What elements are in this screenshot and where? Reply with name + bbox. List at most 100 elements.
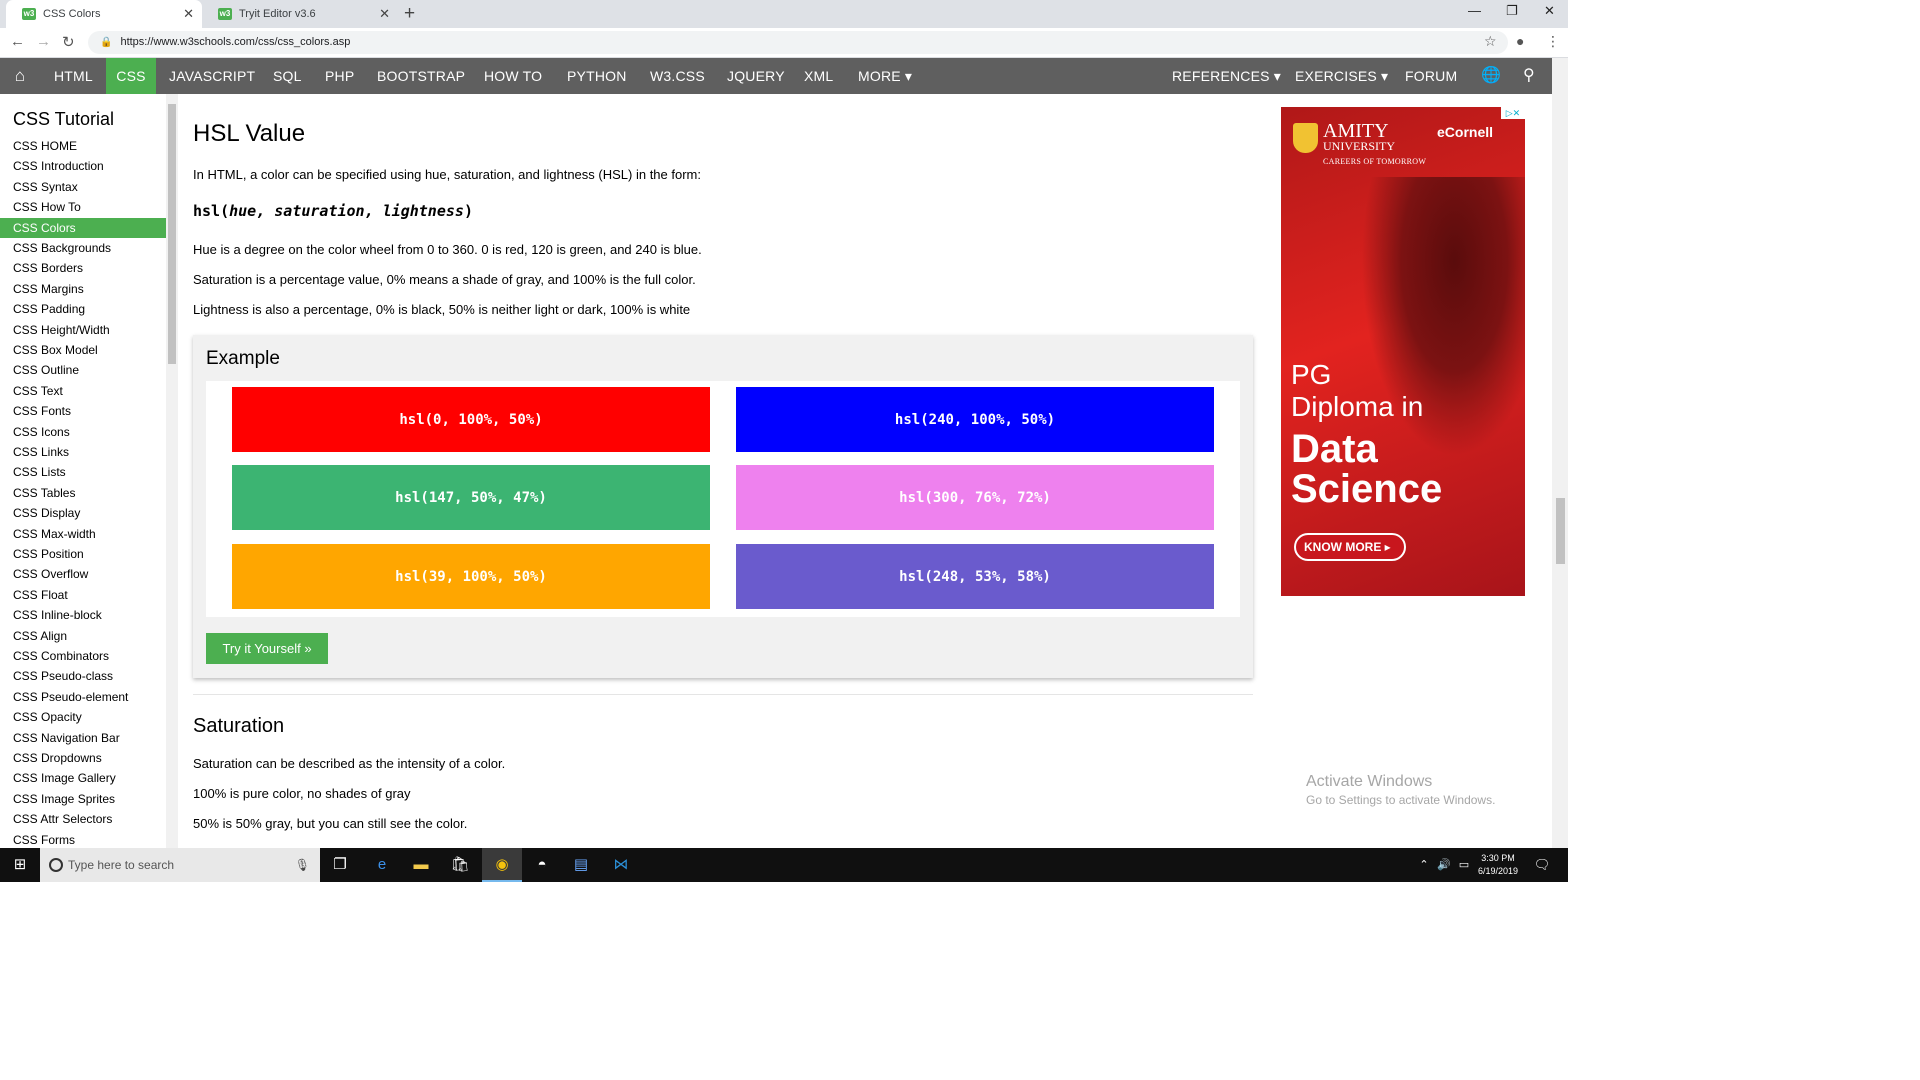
nav-bootstrap[interactable]: BOOTSTRAP [377,58,465,94]
sidebar-item-css-combinators[interactable]: CSS Combinators [0,646,166,666]
swatch-label: hsl(248, 53%, 58%) [899,568,1051,585]
store-icon[interactable]: 🛍 [450,855,470,875]
nav-exercises-dropdown[interactable]: EXERCISES ▾ [1295,58,1388,94]
vscode-icon[interactable]: ⋈ [611,855,631,875]
lock-icon: 🔒 [100,37,113,48]
clock-time: 3:30 PM [1481,853,1515,863]
sidebar-item-css-fonts[interactable]: CSS Fonts [0,401,166,421]
notepad-icon[interactable]: ▤ [571,855,591,875]
sidebar-item-css-pseudo-class[interactable]: CSS Pseudo-class [0,666,166,686]
close-window-icon[interactable]: ✕ [1544,3,1555,19]
nav-python[interactable]: PYTHON [567,58,627,94]
bookmark-star-icon[interactable]: ☆ [1484,33,1497,50]
sidebar-item-css-borders[interactable]: CSS Borders [0,258,166,278]
adchoices-icon[interactable]: ▷✕ [1501,107,1525,119]
sidebar-item-css-opacity[interactable]: CSS Opacity [0,707,166,727]
sidebar-item-css-backgrounds[interactable]: CSS Backgrounds [0,238,166,258]
sidebar-item-css-introduction[interactable]: CSS Introduction [0,156,166,176]
sidebar-item-css-lists[interactable]: CSS Lists [0,462,166,482]
nav-xml[interactable]: XML [804,58,833,94]
profile-icon[interactable]: ● [1516,33,1524,49]
microphone-icon[interactable]: 🎙 [295,848,310,882]
cortana-icon [49,858,63,872]
advertisement-banner[interactable]: ▷✕ AMITY UNIVERSITY CAREERS OF TOMORROW … [1281,107,1525,596]
sidebar-item-css-float[interactable]: CSS Float [0,585,166,605]
nav-javascript[interactable]: JAVASCRIPT [169,58,255,94]
sidebar-item-css-colors[interactable]: CSS Colors [0,217,166,238]
sidebar-item-css-pseudo-element[interactable]: CSS Pseudo-element [0,687,166,707]
sidebar-item-css-home[interactable]: CSS HOME [0,136,166,156]
page-scrollbar[interactable] [1552,58,1568,848]
swatch-hsl-red: hsl(0, 100%, 50%) [232,387,710,452]
nav-forum[interactable]: FORUM [1405,58,1457,94]
task-view-icon[interactable]: ❐ [330,855,350,875]
nav-jquery[interactable]: JQUERY [727,58,785,94]
close-tab-icon[interactable]: ✕ [183,6,194,22]
sidebar-item-css-image-sprites[interactable]: CSS Image Sprites [0,789,166,809]
nav-more-dropdown[interactable]: MORE ▾ [858,58,912,94]
sidebar-item-css-forms[interactable]: CSS Forms [0,830,166,848]
file-explorer-icon[interactable]: ▬ [411,855,431,875]
globe-icon[interactable]: 🌐 [1481,58,1501,94]
sidebar-item-css-align[interactable]: CSS Align [0,626,166,646]
chrome-icon[interactable]: ◉ [492,855,512,875]
sidebar-item-css-tables[interactable]: CSS Tables [0,483,166,503]
nav-php[interactable]: PHP [325,58,354,94]
sidebar-item-css-links[interactable]: CSS Links [0,442,166,462]
sidebar-item-css-margins[interactable]: CSS Margins [0,279,166,299]
sidebar-item-css-overflow[interactable]: CSS Overflow [0,564,166,584]
restore-window-icon[interactable]: ❐ [1506,3,1518,19]
reload-icon[interactable]: ↻ [62,33,75,51]
nav-references-dropdown[interactable]: REFERENCES ▾ [1172,58,1281,94]
app-generic-icon[interactable]: ◓ [532,855,552,875]
sidebar-scrollbar[interactable] [166,94,178,848]
nav-w3css[interactable]: W3.CSS [650,58,705,94]
taskbar-clock[interactable]: 3:30 PM 6/19/2019 [1466,852,1530,878]
sidebar-item-css-box-model[interactable]: CSS Box Model [0,340,166,360]
tray-chevron-icon[interactable]: ⌃ [1414,855,1434,875]
sidebar-item-css-image-gallery[interactable]: CSS Image Gallery [0,768,166,788]
taskbar-search-box[interactable]: Type here to search 🎙 [40,848,320,882]
know-more-button[interactable]: KNOW MORE ▸ [1294,533,1406,561]
notifications-icon[interactable]: 🗨 [1532,855,1552,875]
nav-css[interactable]: CSS [106,58,156,94]
sidebar-item-css-attr-selectors[interactable]: CSS Attr Selectors [0,809,166,829]
sidebar-item-css-navigation-bar[interactable]: CSS Navigation Bar [0,728,166,748]
sidebar-item-css-position[interactable]: CSS Position [0,544,166,564]
sidebar-item-css-outline[interactable]: CSS Outline [0,360,166,380]
minimize-window-icon[interactable]: — [1468,3,1481,18]
sidebar-item-css-max-width[interactable]: CSS Max-width [0,524,166,544]
sidebar-item-css-how-to[interactable]: CSS How To [0,197,166,217]
sidebar-item-css-syntax[interactable]: CSS Syntax [0,177,166,197]
sidebar-item-css-icons[interactable]: CSS Icons [0,422,166,442]
amity-tag: CAREERS OF TOMORROW [1323,157,1427,166]
close-tab-icon[interactable]: ✕ [379,6,390,22]
syntax-fn: hsl( [193,202,230,220]
search-icon[interactable]: ⚲ [1523,58,1535,94]
new-tab-button[interactable]: + [404,3,415,25]
menu-kebab-icon[interactable]: ⋮ [1546,33,1560,50]
browser-tab-css-colors[interactable]: w3 CSS Colors ✕ [6,0,202,28]
url-field[interactable]: 🔒 https://www.w3schools.com/css/css_color… [88,31,1508,54]
windows-start-icon[interactable]: ⊞ [10,855,30,875]
nav-how-to[interactable]: HOW TO [484,58,542,94]
w3schools-favicon-icon: w3 [218,8,232,20]
browser-tab-tryit[interactable]: w3 Tryit Editor v3.6 ✕ [202,0,398,28]
sidebar-item-css-padding[interactable]: CSS Padding [0,299,166,319]
sidebar-item-css-height-width[interactable]: CSS Height/Width [0,320,166,340]
back-arrow-icon[interactable]: ← [10,33,25,50]
sidebar-item-css-display[interactable]: CSS Display [0,503,166,523]
sidebar-item-css-inline-block[interactable]: CSS Inline-block [0,605,166,625]
sidebar-scrollbar-thumb[interactable] [168,104,176,364]
volume-icon[interactable]: 🔊 [1434,855,1454,875]
page-scrollbar-thumb[interactable] [1556,498,1565,564]
site-top-nav: ⌂ HTML CSS JAVASCRIPT SQL PHP BOOTSTRAP … [0,58,1552,94]
try-it-yourself-button[interactable]: Try it Yourself » [206,633,328,664]
edge-browser-icon[interactable]: e [372,855,392,875]
forward-arrow-icon[interactable]: → [36,33,51,50]
sidebar-item-css-dropdowns[interactable]: CSS Dropdowns [0,748,166,768]
home-icon[interactable]: ⌂ [0,58,40,94]
nav-sql[interactable]: SQL [273,58,302,94]
sidebar-item-css-text[interactable]: CSS Text [0,381,166,401]
nav-html[interactable]: HTML [54,58,93,94]
